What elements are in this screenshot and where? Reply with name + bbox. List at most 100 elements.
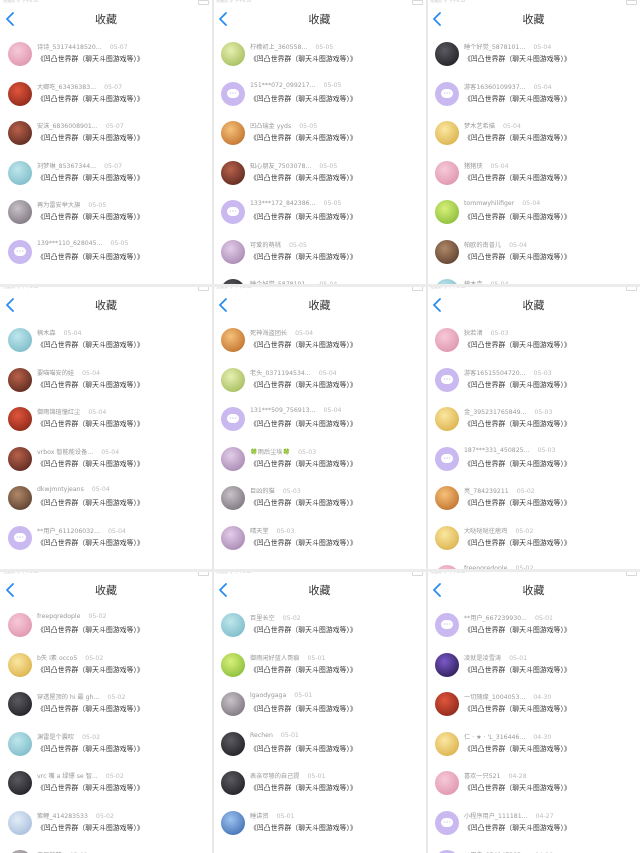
list-item[interactable]: 游客16360109937... 05-04 《凹凸世界群（聊天斗图游戏等）》 [427,80,640,120]
user-name-text: tommwyhilifiger [464,200,515,207]
list-item[interactable]: **用户_667239930... 05-01 《凹凸世界群（聊天斗图游戏等）》 [427,611,640,651]
list-item[interactable]: 喜欢一只521 04-28 《凹凸世界群（聊天斗图游戏等）》 [427,769,640,809]
user-name: Rechen 05-01 [250,732,299,739]
list-item[interactable]: 猪猪侠 05-04 《凹凸世界群（聊天斗图游戏等）》 [427,159,640,199]
list-item[interactable]: 139***110_628045... 05-05 《凹凸世界群（聊天斗图游戏等）》 [0,238,212,278]
list-item[interactable]: 老头_0371194534... 05-04 《凹凸世界群（聊天斗图游戏等）》 [213,366,426,406]
list-item[interactable]: 刘梦琳_85367344... 05-07 《凹凸世界群（聊天斗图游戏等）》 [0,159,212,199]
avatar [8,160,32,185]
chat-bubble-avatar-icon [221,200,245,224]
list-item[interactable]: 柠檬初上_360558... 05-05 《凹凸世界群（聊天斗图游戏等）》 [213,40,426,80]
user-name: 紫鲤_414283533 05-02 [37,811,114,820]
group-title: 《凹凸世界群（聊天斗图游戏等）》 [464,420,571,428]
user-name-text: 老头_0371194534... [250,369,311,377]
list-item[interactable]: 渊雷是个震吹 05-02 《凹凸世界群（聊天斗图游戏等）》 [0,730,212,770]
item-date: 04-30 [533,694,552,701]
group-title: 《凹凸世界群（聊天斗图游戏等）》 [250,252,357,261]
item-date: 05-03 [533,369,552,377]
user-name: 知心朋友_7503078... 05-05 [250,161,337,170]
screen-panel: 无服务 令 下午6:32 收藏 freepqredople 05-02 《凹凸世界群（聊… [0,571,212,853]
list-item[interactable]: 睡个好觉_5878101...05-04 [213,277,426,284]
user-name: 139***110_628045... 05-05 [37,240,129,247]
list-item[interactable]: 151***072_099217... 05-05 《凹凸世界群（聊天斗图游戏等）》 [213,80,426,120]
user-name-text: 刘梦琳_85367344... [37,162,97,170]
page-title: 收藏 [522,584,545,597]
list-item[interactable]: vrbox 智能能设备... 05-04 《凹凸世界群（聊天斗图游戏等）》 [0,445,212,485]
list-item[interactable]: freepqredople 05-02 《凹凸世界群（聊天斗图游戏等）》 [0,611,212,651]
item-date: 05-05 [323,81,342,89]
list-item[interactable]: 晴天堂 05-03 《凹凸世界群（聊天斗图游戏等）》 [213,524,426,564]
list-item[interactable]: 御雨锦瑄憧红尘 05-04 《凹凸世界群（聊天斗图游戏等）》 [0,405,212,445]
list-item[interactable]: 游客16515504720... 05-03 《凹凸世界群（聊天斗图游戏等）》 [427,366,640,406]
list-item[interactable]: 凌就是凌雪涛 05-01 《凹凸世界群（聊天斗图游戏等）》 [427,651,640,691]
list-item[interactable]: 百里长空 05-02 《凹凸世界群（聊天斗图游戏等）》 [213,611,426,651]
list-item[interactable]: 仁 · ★ · 'L_316446... 04-30 《凹凸世界群（聊天斗图游戏等）… [427,730,640,770]
list-item[interactable]: 楠木森05-04 [427,277,640,284]
list-item[interactable]: 梦木艺希描 05-04 《凹凸世界群（聊天斗图游戏等）》 [427,119,640,159]
group-title: 《凹凸世界群（聊天斗图游戏等）》 [464,626,571,634]
group-title: 《凹凸世界群（聊天斗图游戏等）》 [250,499,357,507]
item-date: 05-04 [82,369,101,377]
group-title: 《凹凸世界群（聊天斗图游戏等）》 [250,665,357,674]
list-item[interactable]: 大哒哒哒往痞鸡 05-02 《凹凸世界群（聊天斗图游戏等）》 [427,524,640,564]
page-title: 收藏 [95,13,117,26]
list-item[interactable]: 穿透屋顶的 hi 最 gh... 05-02 《凹凸世界群（聊天斗图游戏等）》 [0,690,212,730]
list-item[interactable]: 安沫_68360089​01... 05-07 《凹凸世界群（聊天斗图游戏等）》 [0,119,212,159]
avatar [435,652,459,677]
avatar [435,407,459,431]
list-item[interactable]: 紫鲤_414283533 05-02 《凹凸世界群（聊天斗图游戏等）》 [0,809,212,849]
list-item[interactable]: vrc 嘴 a 绿镖 se 智... 05-02 《凹凸世界群（聊天斗图游戏等）》 [0,769,212,809]
list-item[interactable]: tommwyhilifiger 05-04 《凹凸世界群（聊天斗图游戏等）》 [427,198,640,238]
list-item[interactable]: 诗诗_53174418520... 05-07 《凹凸世界群（聊天斗图游戏等）》 [0,40,212,80]
list-item[interactable]: 小程序用户_111181... 04-27 《凹凸世界群（聊天斗图游戏等）》 [427,809,640,849]
battery-icon [198,0,209,5]
list-item[interactable]: 巨凶的猫 05-03 《凹凸世界群（聊天斗图游戏等）》 [213,484,426,524]
user-name-text: 亮_784239211 [464,488,509,495]
list-item[interactable]: 凹凸瑞金 yyds 05-05 《凹凸世界群（聊天斗图游戏等）》 [213,119,426,159]
group-title: 《凹凸世界群（聊天斗图游戏等）》 [37,705,144,713]
list-item[interactable]: 再为雷安举大旗 05-05 《凹凸世界群（聊天斗图游戏等）》 [0,198,212,238]
list-item[interactable]: 131***509_756913... 05-04 《凹凸世界群（聊天斗图游戏等）》 [213,405,426,445]
user-name-text: vrc 嘴 a 绿镖 se 智... [37,773,98,780]
item-date: 05-01 [509,654,528,662]
list-item[interactable]: **用户_054147393...04-26 [427,848,640,853]
list-item[interactable]: 狄若渚 05-03 《凹凸世界群（聊天斗图游戏等）》 [427,326,640,366]
user-name: 刘梦琳_85367344... 05-07 [37,161,122,170]
list-item[interactable]: 知心朋友_7503078... 05-05 《凹凸世界群（聊天斗图游戏等）》 [213,159,426,199]
avatar [435,239,459,264]
list-item[interactable]: 睡个好觉_5878101... 05-04 《凹凸世界群（聊天斗图游戏等）》 [427,40,640,80]
list-item[interactable]: 187***331_450825... 05-03 《凹凸世界群（聊天斗图游戏等）》 [427,445,640,485]
list-item[interactable]: 御雨闲好蓝人哥痕 05-01 《凹凸世界群（聊天斗图游戏等）》 [213,651,426,691]
item-date: 05-07 [104,83,123,91]
list-item[interactable]: lgaodygaga 05-01 《凹凸世界群（聊天斗图游戏等）》 [213,690,426,730]
list-item[interactable]: 可爱的萌桃 05-05 《凹凸世界群（聊天斗图游戏等）》 [213,238,426,278]
list-item[interactable]: **用户_611206032... 05-04 《凹凸世界群（聊天斗图游戏等）》 [0,524,212,564]
list-item[interactable]: 一切随缘_1004053... 04-30 《凹凸世界群（聊天斗图游戏等）》 [427,690,640,730]
list-item[interactable]: 楠木森 05-04 《凹凸世界群（聊天斗图游戏等）》 [0,326,212,366]
list-item[interactable]: 睡讲资 05-01 《凹凸世界群（聊天斗图游戏等）》 [213,809,426,849]
list-item[interactable]: 133***172_842386... 05-05 《凹凸世界群（聊天斗图游戏等）》 [213,198,426,238]
list-item[interactable]: 帕欧的南普儿 05-04 《凹凸世界群（聊天斗图游戏等）》 [427,238,640,278]
group-title: 《凹凸世界群（聊天斗图游戏等）》 [464,341,571,349]
list-item[interactable]: 大卿吃_63436383... 05-07 《凹凸世界群（聊天斗图游戏等）》 [0,80,212,120]
group-title: 《凹凸世界群（聊天斗图游戏等）》 [250,538,357,547]
list-item[interactable]: 死神海盗团长 05-04 《凹凸世界群（聊天斗图游戏等）》 [213,326,426,366]
nav-header: 收藏 [213,292,426,322]
avatar [8,200,32,224]
list-item[interactable]: Rechen 05-01 《凹凸世界群（聊天斗图游戏等）》 [213,730,426,770]
list-item[interactable]: 表亲尽够的自己提 05-01 《凹凸世界群（聊天斗图游戏等）》 [213,769,426,809]
list-item[interactable]: 🍀雨后尘埃🍀 05-03 《凹凸世界群（聊天斗图游戏等）》 [213,445,426,485]
list-item[interactable]: 亮_784239211 05-02 《凹凸世界群（聊天斗图游戏等）》 [427,484,640,524]
user-name: 凹凸瑞金 yyds 05-05 [250,121,317,130]
group-title: 《凹凸世界群（聊天斗图游戏等）》 [250,213,357,221]
group-title: 《凹凸世界群（聊天斗图游戏等）》 [464,665,571,674]
list-item[interactable]: 金_395231765849... 05-03 《凹凸世界群（聊天斗图游戏等）》 [427,405,640,445]
status-text: 无服务 令 下午6:32 [430,0,466,3]
item-date: 05-03 [534,409,553,416]
list-item[interactable]: 无尽的梦05-02 [0,848,212,853]
user-name: 安沫_68360089​01... 05-07 [37,121,124,130]
list-item[interactable]: b失 l素 occo5 05-02 《凹凸世界群（聊天斗图游戏等）》 [0,651,212,691]
list-item[interactable]: dkwjmntyjeans 05-04 《凹凸世界群（聊天斗图游戏等）》 [0,484,212,524]
list-item[interactable]: 要喵喵安的娃 05-04 《凹凸世界群（聊天斗图游戏等）》 [0,366,212,406]
user-name: 帕欧的南普儿 05-04 [464,240,527,249]
